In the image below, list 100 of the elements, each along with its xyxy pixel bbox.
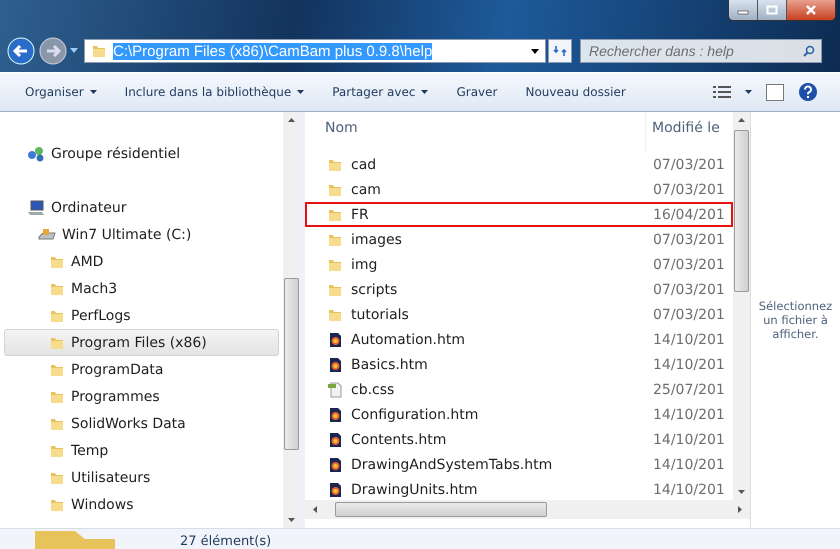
preview-pane-icon[interactable]	[766, 84, 784, 100]
tree-item[interactable]: PerfLogs	[4, 302, 279, 329]
file-name: DrawingUnits.htm	[351, 482, 478, 498]
file-row[interactable]: images 07/03/201	[305, 227, 733, 252]
homegroup-icon	[27, 146, 45, 162]
tree-item[interactable]: Temp	[4, 437, 279, 464]
tree-item[interactable]: AMD	[4, 248, 279, 275]
file-name: cad	[351, 156, 376, 172]
search-icon	[803, 45, 815, 57]
column-header[interactable]: Nom	[307, 112, 646, 152]
toolbar-button[interactable]: Organiser	[14, 81, 108, 103]
back-button[interactable]	[6, 36, 36, 66]
web-page-icon	[327, 332, 343, 348]
toolbar-button[interactable]: Partager avec	[321, 81, 440, 103]
file-name: tutorials	[351, 306, 409, 322]
file-row[interactable]: tutorials 07/03/201	[305, 302, 733, 327]
modified-date: 07/03/201	[652, 156, 725, 172]
toolbar-button[interactable]: Nouveau dossier	[514, 81, 637, 103]
modified-date: 14/10/201	[652, 456, 725, 472]
file-name: scripts	[351, 282, 398, 298]
file-name: Basics.htm	[351, 356, 428, 372]
tree-item[interactable]: Utilisateurs	[4, 464, 279, 491]
toolbar-button[interactable]: Inclure dans la bibliothèque	[114, 81, 316, 103]
vertical-scrollbar[interactable]	[283, 112, 300, 528]
web-page-icon	[327, 432, 343, 448]
folder-icon	[91, 43, 107, 59]
dropdown-icon[interactable]	[745, 90, 752, 94]
history-dropdown-icon[interactable]	[70, 48, 78, 54]
web-page-icon	[327, 482, 343, 498]
file-row[interactable]: img 07/03/201	[305, 252, 733, 277]
help-icon[interactable]	[798, 82, 818, 102]
file-row[interactable]: cb.css 25/07/201	[305, 377, 733, 402]
file-name: images	[351, 232, 402, 248]
search-field[interactable]: Rechercher dans : help	[580, 39, 822, 63]
maximize-icon	[766, 5, 778, 15]
file-name: DrawingAndSystemTabs.htm	[351, 456, 552, 472]
file-row[interactable]: Basics.htm 14/10/201	[305, 352, 733, 377]
file-row[interactable]: Configuration.htm 14/10/201	[305, 402, 733, 427]
scroll-up-icon[interactable]	[738, 118, 745, 122]
dropdown-icon	[90, 90, 97, 94]
close-icon	[804, 4, 818, 16]
file-name: cb.css	[351, 382, 394, 398]
file-row[interactable]: scripts 07/03/201	[305, 277, 733, 302]
tree-item[interactable]: Program Files (x86)	[4, 329, 279, 356]
modified-date: 07/03/201	[652, 256, 725, 272]
scroll-down-icon[interactable]	[288, 518, 295, 522]
modified-date: 14/10/201	[652, 482, 725, 498]
tree-item[interactable]: Mach3	[4, 275, 279, 302]
tree-item[interactable]: Programmes	[4, 383, 279, 410]
file-row[interactable]: Contents.htm 14/10/201	[305, 427, 733, 452]
file-row[interactable]: DrawingAndSystemTabs.htm 14/10/201	[305, 452, 733, 477]
drive-icon	[38, 226, 56, 242]
file-row[interactable]: DrawingUnits.htm 14/10/201	[305, 477, 733, 500]
forward-button[interactable]	[38, 36, 68, 66]
web-page-icon	[327, 456, 343, 472]
modified-date: 07/03/201	[652, 306, 725, 322]
toolbar-button[interactable]: Graver	[445, 81, 508, 103]
file-name: FR	[351, 206, 369, 222]
close-button[interactable]	[787, 0, 835, 20]
file-row[interactable]: FR 16/04/201	[305, 202, 733, 227]
horizontal-scrollbar[interactable]	[305, 500, 750, 519]
modified-date: 25/07/201	[652, 382, 725, 398]
modified-date: 14/10/201	[652, 332, 725, 348]
item-count: 27 élément(s)	[180, 534, 272, 549]
file-row[interactable]: Automation.htm 14/10/201	[305, 327, 733, 352]
file-icon	[327, 382, 343, 398]
refresh-button[interactable]	[548, 39, 572, 63]
scroll-down-icon[interactable]	[738, 490, 745, 494]
tree-item[interactable]: Win7 Ultimate (C:)	[4, 221, 279, 248]
web-page-icon	[327, 356, 343, 372]
scroll-up-icon[interactable]	[288, 118, 295, 122]
modified-date: 14/10/201	[652, 406, 725, 422]
modified-date: 14/10/201	[652, 432, 725, 448]
file-name: Configuration.htm	[351, 406, 478, 422]
tree-item[interactable]: ProgramData	[4, 356, 279, 383]
modified-date: 07/03/201	[652, 182, 725, 198]
preview-message: Sélectionnez un fichier à afficher.	[758, 299, 834, 341]
file-name: Automation.htm	[351, 332, 465, 348]
view-options-icon[interactable]	[713, 85, 731, 99]
column-header[interactable]: Modifié le	[646, 112, 720, 152]
file-name: img	[351, 256, 378, 272]
modified-date: 14/10/201	[652, 356, 725, 372]
file-name: Contents.htm	[351, 432, 446, 448]
file-row[interactable]: cam 07/03/201	[305, 177, 733, 202]
file-row[interactable]: cad 07/03/201	[305, 152, 733, 177]
web-page-icon	[327, 406, 343, 422]
tree-item[interactable]: Windows	[4, 491, 279, 518]
vertical-scrollbar[interactable]	[733, 112, 750, 500]
scroll-right-icon[interactable]	[738, 506, 742, 513]
tree-item[interactable]: Groupe résidentiel	[4, 140, 279, 167]
computer-icon	[27, 200, 45, 216]
refresh-icon	[553, 44, 567, 58]
dropdown-icon	[297, 90, 304, 94]
tree-item[interactable]: SolidWorks Data	[4, 410, 279, 437]
maximize-button[interactable]	[758, 0, 787, 20]
modified-date: 16/04/201	[652, 206, 725, 222]
dropdown-icon[interactable]	[531, 48, 539, 54]
minimize-button[interactable]	[729, 0, 758, 20]
scroll-left-icon[interactable]	[313, 506, 317, 513]
tree-item[interactable]: Ordinateur	[4, 194, 279, 221]
